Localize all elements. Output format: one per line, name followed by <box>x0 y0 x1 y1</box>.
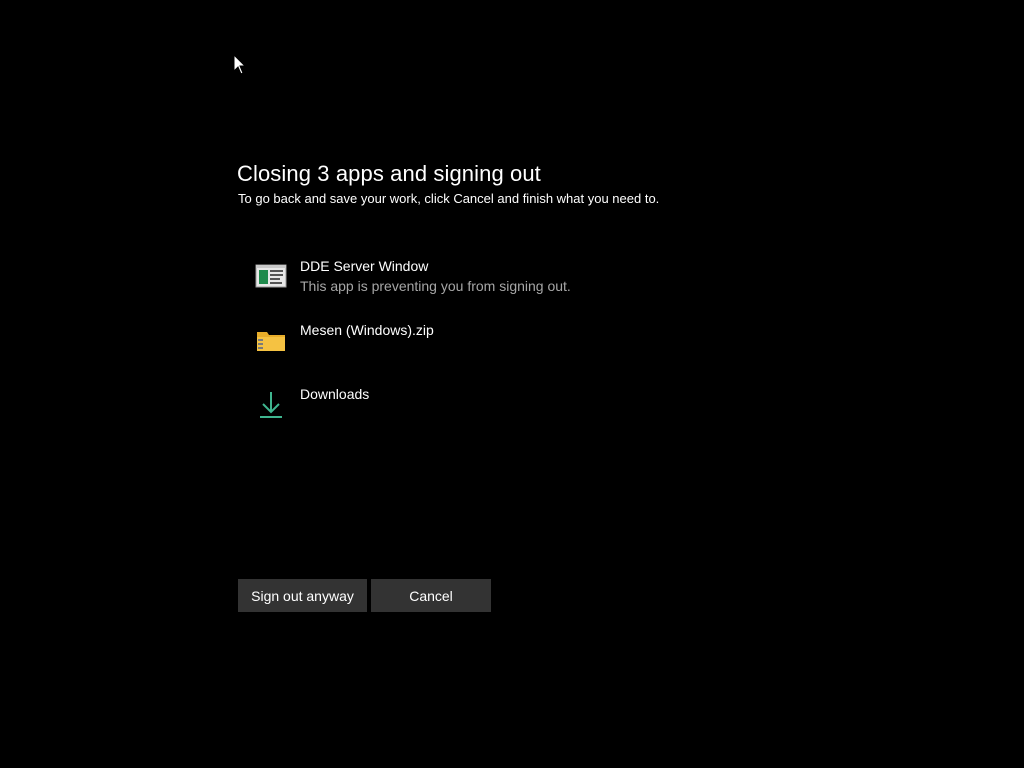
app-note: This app is preventing you from signing … <box>300 278 571 294</box>
page-subtitle: To go back and save your work, click Can… <box>238 191 660 206</box>
app-text: Downloads <box>300 384 369 404</box>
app-text: DDE Server Window This app is preventing… <box>300 256 571 296</box>
app-name: Downloads <box>300 386 370 402</box>
sign-out-screen: Closing 3 apps and signing out To go bac… <box>0 0 1024 768</box>
download-arrow-icon <box>260 392 282 418</box>
app-name: Mesen (Windows).zip <box>300 322 434 338</box>
list-item-dde-server-window: DDE Server Window This app is preventing… <box>255 256 755 320</box>
cancel-button[interactable]: Cancel <box>371 579 491 612</box>
zip-folder-icon <box>257 332 285 351</box>
sign-out-anyway-button[interactable]: Sign out anyway <box>238 579 367 612</box>
mouse-cursor-icon <box>233 54 247 75</box>
list-item-mesen-zip: Mesen (Windows).zip <box>255 320 755 384</box>
blocking-apps-list: DDE Server Window This app is preventing… <box>255 256 755 448</box>
app-name: DDE Server Window <box>300 258 429 274</box>
list-item-downloads: Downloads <box>255 384 755 448</box>
dialog-header: Closing 3 apps and signing out To go bac… <box>237 160 837 208</box>
app-text: Mesen (Windows).zip <box>300 320 434 340</box>
page-title: Closing 3 apps and signing out <box>237 161 541 186</box>
dialog-buttons: Sign out anyway Cancel <box>238 579 491 612</box>
window-app-icon <box>255 264 287 288</box>
